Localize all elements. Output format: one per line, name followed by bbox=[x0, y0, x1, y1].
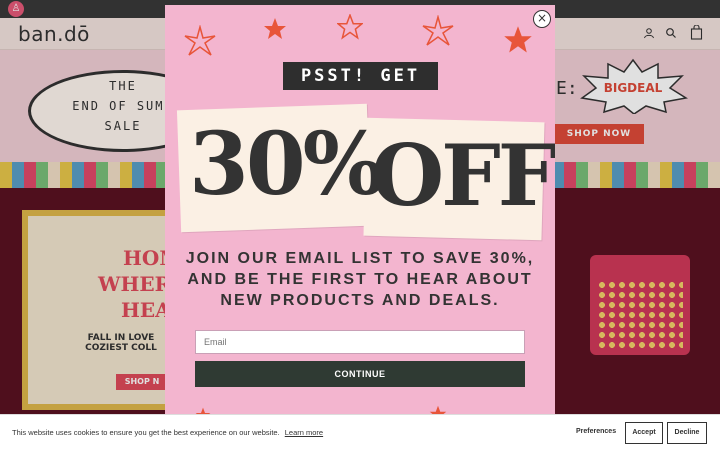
cookie-accept-button[interactable]: Accept bbox=[625, 422, 663, 444]
email-signup-modal: × PSST! GET 30% OFF JOIN OUR EMAIL LIST … bbox=[165, 5, 555, 415]
doodle-star-icon bbox=[184, 25, 216, 56]
continue-button[interactable]: CONTINUE bbox=[195, 361, 525, 387]
cookie-banner: This website uses cookies to ensure you … bbox=[0, 414, 720, 450]
learn-more-link[interactable]: Learn more bbox=[285, 428, 323, 437]
modal-message: JOIN OUR EMAIL LIST TO SAVE 30%, AND BE … bbox=[185, 250, 535, 309]
cookie-preferences-button[interactable]: Preferences bbox=[576, 428, 616, 435]
offer-percent: 30% bbox=[189, 114, 384, 215]
cookie-text-wrap: This website uses cookies to ensure you … bbox=[12, 428, 323, 437]
modal-kicker: PSST! GET bbox=[283, 62, 438, 90]
doodle-star-icon bbox=[422, 15, 454, 46]
offer-off: OFF bbox=[371, 126, 555, 225]
email-input[interactable] bbox=[195, 330, 525, 354]
star-outline-icon bbox=[337, 14, 363, 40]
cookie-text: This website uses cookies to ensure you … bbox=[12, 428, 280, 437]
star-icon bbox=[504, 26, 532, 53]
close-modal-button[interactable]: × bbox=[533, 10, 551, 28]
cookie-decline-button[interactable]: Decline bbox=[667, 422, 707, 444]
star-icon bbox=[264, 18, 286, 39]
